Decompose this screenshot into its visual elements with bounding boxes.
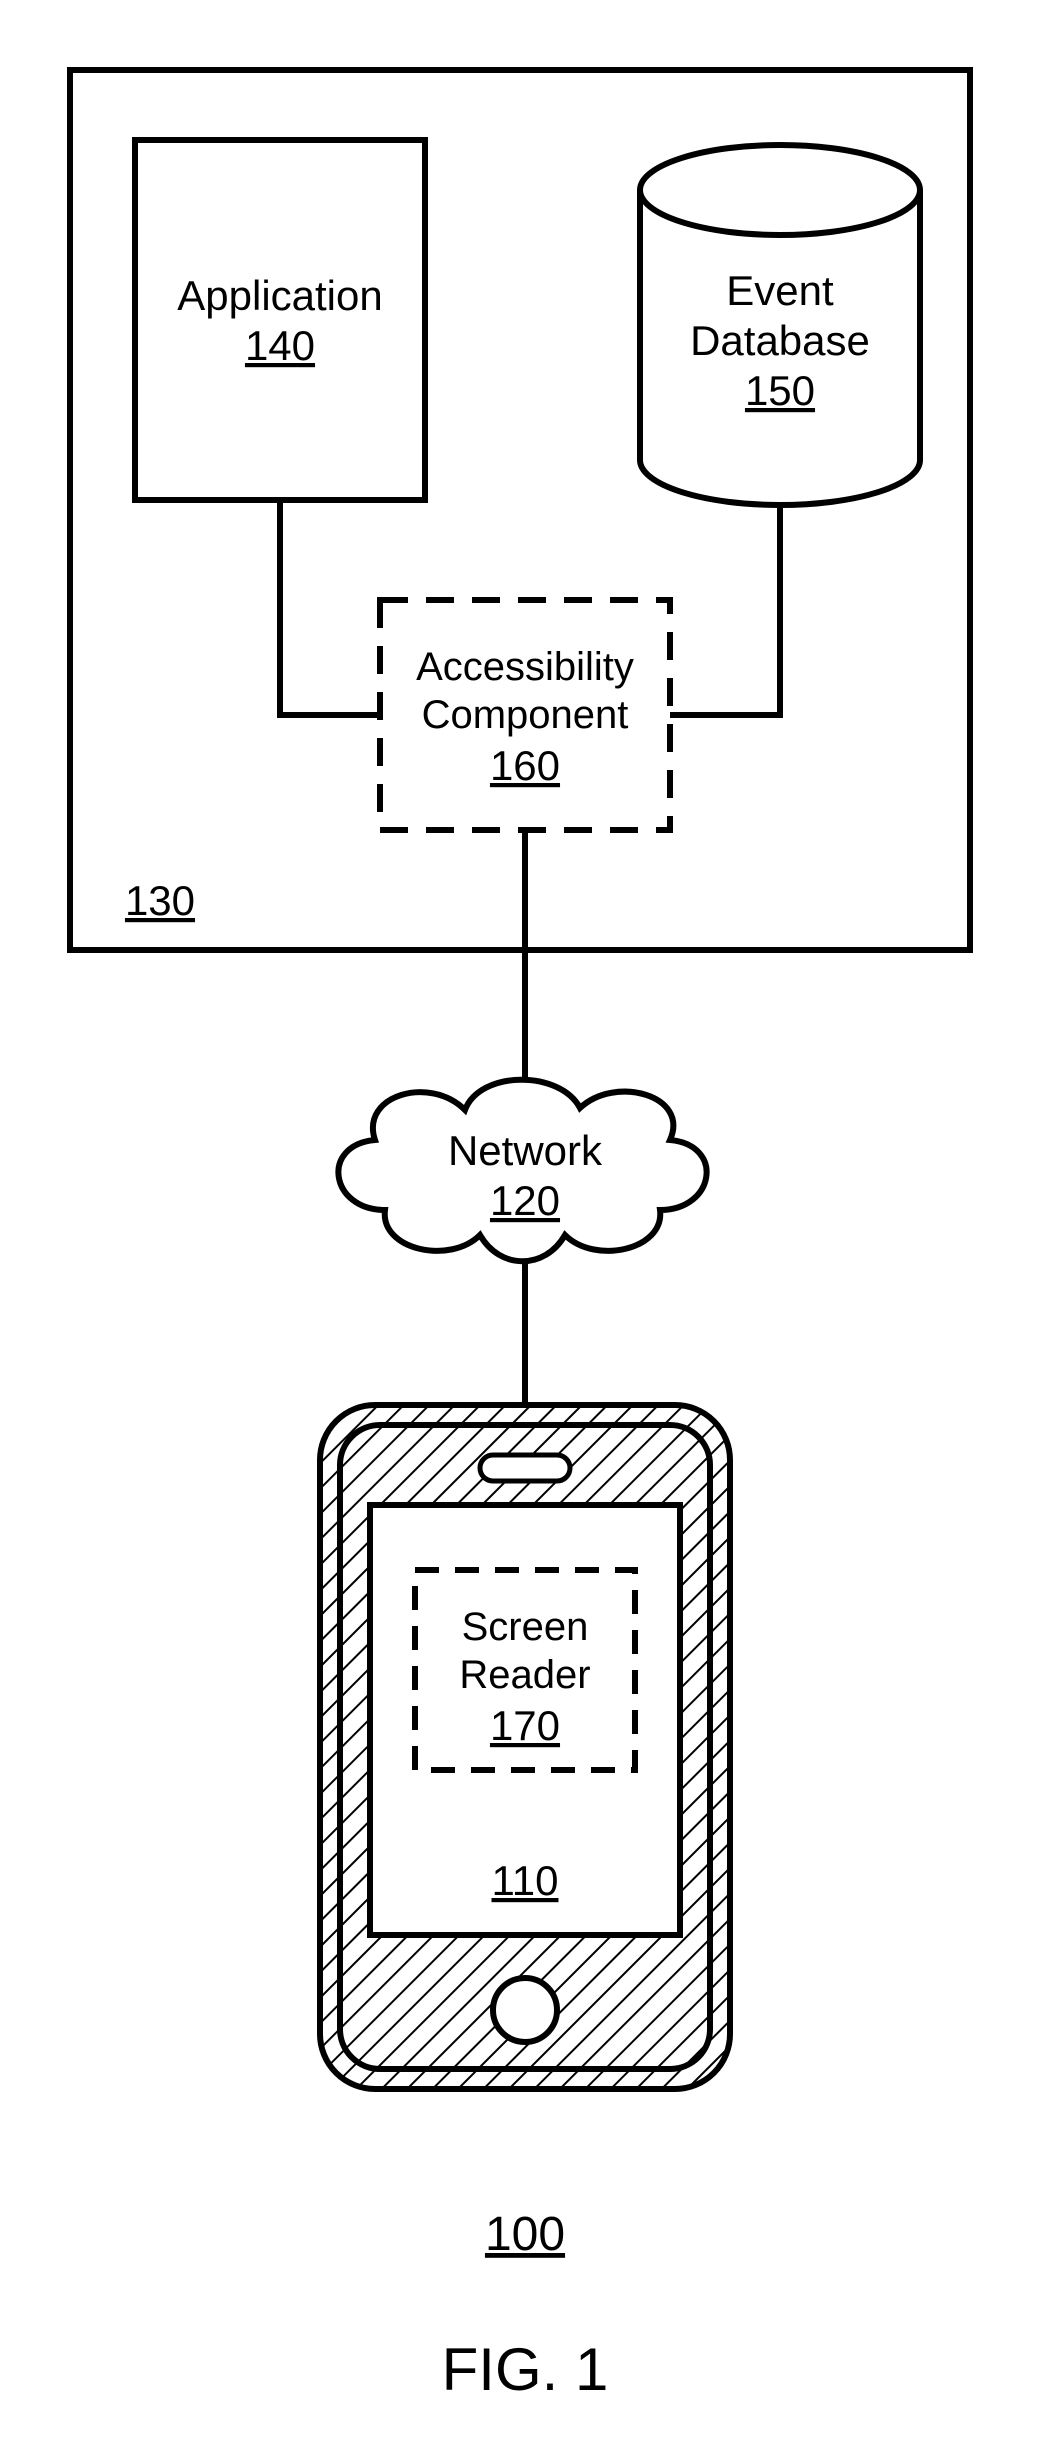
screen-reader-label-1: Screen [462,1605,589,1649]
accessibility-ref: 160 [490,742,560,789]
client-ref: 110 [492,1857,559,1904]
connector-db-to-accessibility [670,505,780,715]
speaker-icon [480,1455,570,1481]
screen-reader-label-2: Reader [459,1653,590,1697]
application-label: Application [177,272,382,319]
application-ref: 140 [245,322,315,369]
event-database-label-1: Event [726,267,834,314]
screen-reader-block: Screen Reader 170 [415,1570,635,1770]
figure-caption: FIG. 1 [442,2336,609,2403]
screen-reader-ref: 170 [490,1702,560,1749]
accessibility-label-1: Accessibility [416,645,634,689]
event-database-block: Event Database 150 [640,145,920,505]
network-label: Network [448,1127,603,1174]
client-device: Screen Reader 170 110 [320,1405,730,2089]
application-block: Application 140 [135,140,425,500]
figure-1-diagram: 130 Application 140 Event Database 150 [0,0,1045,2442]
home-button-icon [493,1978,557,2042]
server-container: 130 Application 140 Event Database 150 [70,70,970,950]
network-cloud: Network 120 [338,1080,706,1262]
network-ref: 120 [490,1177,560,1224]
accessibility-component-block: Accessibility Component 160 [380,600,670,830]
event-database-ref: 150 [745,367,815,414]
connector-app-to-accessibility [280,500,380,715]
event-database-label-2: Database [690,317,870,364]
server-ref: 130 [125,877,195,924]
accessibility-label-2: Component [422,693,629,737]
system-ref: 100 [485,2208,565,2261]
